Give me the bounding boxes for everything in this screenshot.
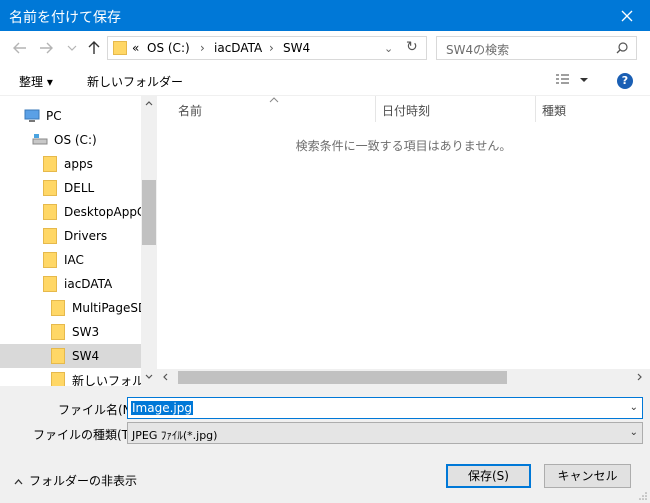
folder-icon <box>51 300 65 316</box>
chevron-down-icon[interactable]: ⌄ <box>630 402 638 413</box>
forward-arrow-icon <box>40 42 53 54</box>
tree-item-iacdata[interactable]: iacDATA <box>0 272 141 296</box>
tree-item-label: DesktopAppC <box>64 205 146 219</box>
tree-item-sw4[interactable]: SW4 <box>0 344 141 368</box>
folder-icon <box>43 252 57 268</box>
tree-item-label: Drivers <box>64 229 108 243</box>
folder-icon <box>43 228 57 244</box>
tree-item-sw3[interactable]: SW3 <box>0 320 141 344</box>
tree-item-label: SW4 <box>72 349 100 363</box>
tree-item-dell[interactable]: DELL <box>0 176 141 200</box>
column-header-type[interactable]: 種類 <box>542 102 566 119</box>
chevron-up-icon <box>14 479 23 485</box>
breadcrumb-separator[interactable]: › <box>200 41 205 55</box>
search-icon <box>616 42 628 54</box>
address-overflow[interactable]: « <box>132 41 139 55</box>
pc-icon <box>24 109 40 122</box>
address-dropdown[interactable]: ⌄ <box>384 42 393 55</box>
empty-message: 検索条件に一致する項目はありません。 <box>295 139 512 153</box>
hide-folders-button[interactable]: フォルダーの非表示 <box>14 472 137 489</box>
tree-item-label: DELL <box>64 181 95 195</box>
folder-icon <box>51 372 65 386</box>
filename-field[interactable]: Image.jpg ⌄ <box>127 397 643 419</box>
new-folder-button[interactable]: 新しいフォルダー <box>87 73 183 90</box>
title-bar: 名前を付けて保存 <box>0 0 650 31</box>
chevron-down-icon <box>67 45 77 51</box>
filetype-value: JPEG ﾌｧｲﾙ(*.jpg) <box>132 429 218 442</box>
tree-item-label: PC <box>46 109 62 123</box>
breadcrumb-sw4[interactable]: SW4 <box>283 41 310 55</box>
up-button[interactable] <box>86 40 102 56</box>
column-header-date[interactable]: 日付時刻 <box>382 102 430 119</box>
window-title: 名前を付けて保存 <box>9 10 121 26</box>
tree-item-label: OS (C:) <box>54 133 97 147</box>
chevron-down-icon: ⌄ <box>629 427 638 438</box>
tree-item-label: apps <box>64 157 93 171</box>
tree-item-label: MultiPageSD <box>72 301 148 315</box>
folder-icon <box>51 324 65 340</box>
organize-button[interactable]: 整理 ▾ <box>19 73 53 90</box>
folder-icon <box>43 180 57 196</box>
tree-item-os-drive[interactable]: OS (C:) <box>0 128 141 152</box>
scroll-right-icon[interactable] <box>637 373 642 381</box>
folder-icon <box>113 41 127 55</box>
breadcrumb-os[interactable]: OS (C:) <box>147 41 190 55</box>
tree-item-pc[interactable]: PC <box>0 104 141 128</box>
file-list-scrollbar-thumb[interactable] <box>178 371 507 384</box>
scroll-left-icon[interactable] <box>163 373 168 381</box>
breadcrumb-separator[interactable]: › <box>269 41 274 55</box>
breadcrumb-iacdata[interactable]: iacDATA <box>214 41 262 55</box>
folder-icon <box>43 204 57 220</box>
forward-button[interactable] <box>38 40 54 56</box>
folder-icon <box>43 276 57 292</box>
scroll-down-icon[interactable] <box>145 374 153 379</box>
toolbar: 整理 ▾ 新しいフォルダー ? <box>0 65 650 96</box>
navigation-pane: PC OS (C:) apps DELL DesktopAppC Drivers… <box>0 96 157 386</box>
tree-scrollbar-thumb[interactable] <box>142 180 156 245</box>
folder-icon <box>51 348 65 364</box>
tree-item-drivers[interactable]: Drivers <box>0 224 141 248</box>
tree-item-new-folder[interactable]: 新しいフォルダー <box>0 368 157 386</box>
search-input[interactable]: SW4の検索 <box>436 36 637 60</box>
file-list: 名前 日付時刻 種類 検索条件に一致する項目はありません。 <box>157 96 650 386</box>
tree-item-iac[interactable]: IAC <box>0 248 141 272</box>
tree-item-label: SW3 <box>72 325 100 339</box>
up-arrow-icon <box>88 41 100 54</box>
tree-item-apps[interactable]: apps <box>0 152 141 176</box>
refresh-icon[interactable]: ↻ <box>406 39 418 55</box>
close-button[interactable] <box>604 0 650 31</box>
column-header-name[interactable]: 名前 <box>178 102 202 119</box>
address-bar[interactable]: « OS (C:) › iacDATA › SW4 ⌄ ↻ <box>107 36 427 60</box>
hide-folders-label: フォルダーの非表示 <box>29 474 138 488</box>
back-arrow-icon <box>13 42 26 54</box>
view-list-icon <box>556 74 588 84</box>
scroll-up-icon[interactable] <box>145 101 153 106</box>
close-icon <box>621 10 633 21</box>
drive-icon <box>32 134 48 145</box>
view-options-button[interactable] <box>555 73 589 90</box>
tree-item-multipagesd[interactable]: MultiPageSD <box>0 296 147 320</box>
back-button[interactable] <box>12 40 28 56</box>
sort-ascending-icon <box>269 97 279 103</box>
tree-item-desktopappc[interactable]: DesktopAppC <box>0 200 145 224</box>
resize-grip-icon[interactable] <box>638 491 648 501</box>
search-placeholder: SW4の検索 <box>446 43 510 57</box>
recent-locations-button[interactable] <box>64 40 80 56</box>
help-button[interactable]: ? <box>617 73 633 89</box>
column-divider[interactable] <box>375 96 376 122</box>
tree-item-label: iacDATA <box>64 277 113 291</box>
filename-value: Image.jpg <box>131 401 193 415</box>
cancel-button[interactable]: キャンセル <box>544 464 631 488</box>
save-button[interactable]: 保存(S) <box>446 464 531 488</box>
tree-item-label: IAC <box>64 253 84 267</box>
folder-icon <box>43 156 57 172</box>
filetype-label: ファイルの種類(T): <box>33 428 138 442</box>
column-divider[interactable] <box>535 96 536 122</box>
filetype-select[interactable]: JPEG ﾌｧｲﾙ(*.jpg) ⌄ <box>127 422 643 444</box>
